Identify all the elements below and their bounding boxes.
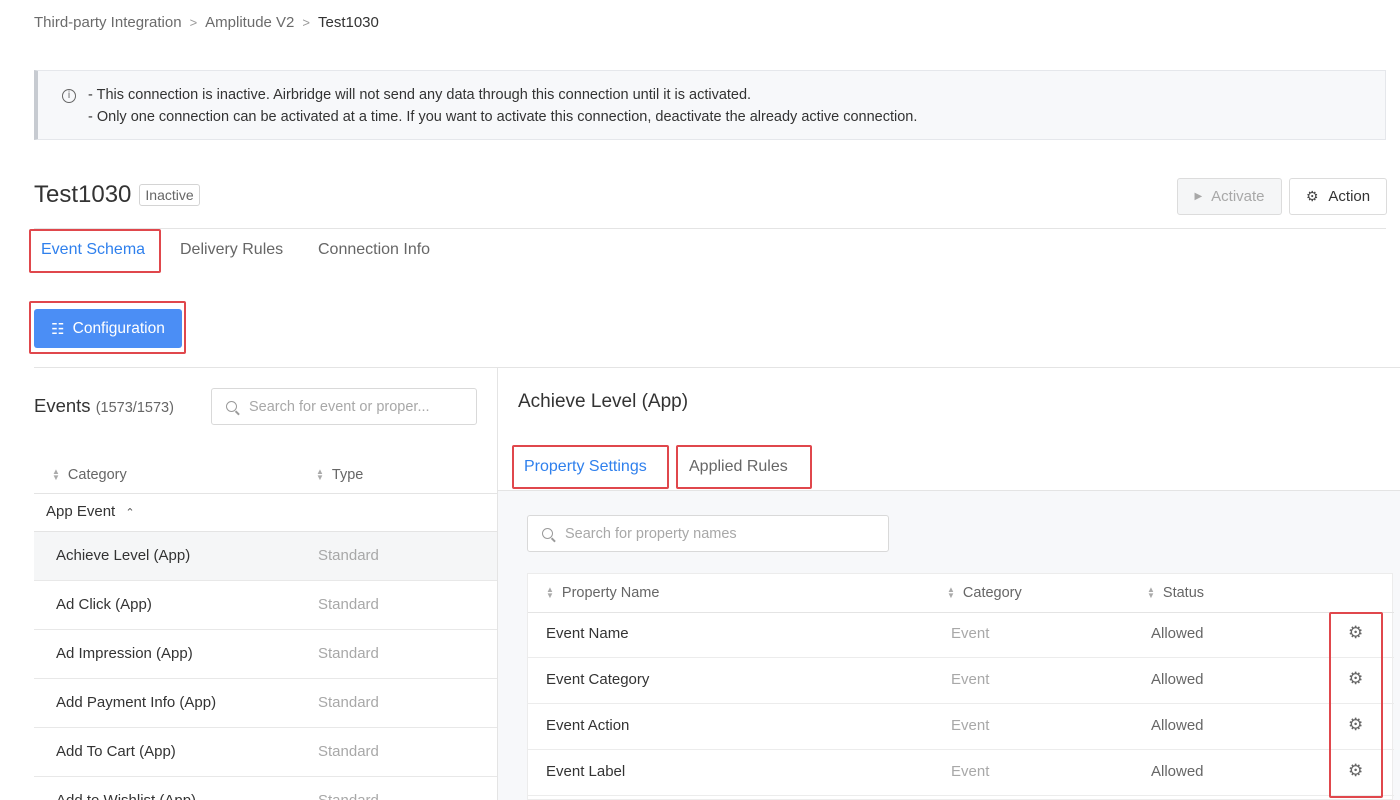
event-row[interactable]: Add Payment Info (App) Standard — [34, 679, 497, 728]
property-status: Allowed — [1151, 625, 1204, 642]
search-icon — [542, 528, 553, 539]
event-name: Ad Click (App) — [56, 596, 152, 613]
event-search-input[interactable]: Search for event or proper... — [211, 388, 477, 425]
property-name: Event Name — [546, 625, 629, 642]
events-title: Events — [34, 395, 91, 416]
property-category: Event — [951, 763, 990, 780]
sort-icon: ▲ ▼ — [947, 585, 955, 600]
column-header-category-label: Category — [962, 585, 1022, 601]
sort-icon: ▲ ▼ — [316, 467, 324, 482]
divider — [34, 367, 1400, 368]
chevron-up-icon: ⌃ — [125, 507, 135, 519]
event-search-placeholder: Search for event or proper... — [249, 398, 430, 415]
configuration-label: Configuration — [72, 319, 165, 337]
property-category: Event — [951, 625, 990, 642]
property-search-input[interactable]: Search for property names — [527, 515, 889, 552]
column-header-type-label: Type — [331, 467, 364, 483]
tab-event-schema[interactable]: Event Schema — [41, 241, 145, 259]
column-header-status[interactable]: ▲ ▼ Status — [1147, 585, 1204, 601]
event-type: Standard — [318, 645, 379, 662]
property-category: Event — [951, 671, 990, 688]
gear-icon[interactable]: ⚙ — [1348, 669, 1363, 689]
event-name: Achieve Level (App) — [56, 547, 191, 564]
event-row[interactable]: Add to Wishlist (App) Standard — [34, 777, 497, 800]
event-type: Standard — [318, 694, 379, 711]
page-header: Test1030 Inactive — [34, 181, 200, 209]
notice-line-1: - This connection is inactive. Airbridge… — [88, 87, 752, 103]
event-name: Ad Impression (App) — [56, 645, 193, 662]
event-detail-title: Achieve Level (App) — [518, 391, 689, 412]
event-type: Standard — [318, 743, 379, 760]
tab-property-settings[interactable]: Property Settings — [524, 458, 647, 476]
property-status: Allowed — [1151, 671, 1204, 688]
property-table: ▲ ▼ Property Name ▲ ▼ Category ▲ ▼ Status E… — [527, 573, 1394, 800]
column-header-property-name-label: Property Name — [561, 585, 660, 601]
column-header-category[interactable]: ▲ ▼ Category — [52, 467, 127, 483]
gear-icon[interactable]: ⚙ — [1348, 715, 1363, 735]
tab-connection-info[interactable]: Connection Info — [318, 241, 430, 259]
event-name: Add to Wishlist (App) — [56, 792, 196, 800]
configuration-button[interactable]: ☷ Configuration — [34, 309, 182, 348]
play-icon: ▶ — [1194, 191, 1203, 202]
column-header-type[interactable]: ▲ ▼ Type — [316, 467, 363, 483]
table-row: Event Name Event Allowed ⚙ — [528, 612, 1394, 658]
property-name: Event Label — [546, 763, 626, 780]
property-category: Event — [951, 717, 990, 734]
divider — [34, 228, 1386, 229]
column-header-property-name[interactable]: ▲ ▼ Property Name — [546, 585, 659, 601]
property-status: Allowed — [1151, 717, 1204, 734]
breadcrumb-separator: > — [189, 15, 198, 30]
tab-applied-rules[interactable]: Applied Rules — [689, 458, 788, 476]
column-header-status-label: Status — [1162, 585, 1205, 601]
table-row: Event Action Event Allowed ⚙ — [528, 704, 1394, 750]
event-row[interactable]: Ad Click (App) Standard — [34, 581, 497, 630]
action-button[interactable]: ⚙ Action — [1289, 178, 1387, 215]
info-icon: i — [62, 89, 76, 103]
group-app-event[interactable]: App Event ⌃ — [46, 503, 135, 520]
status-badge: Inactive — [139, 184, 200, 206]
column-header-category[interactable]: ▲ ▼ Category — [947, 585, 1022, 601]
events-heading: Events (1573/1573) — [34, 395, 174, 417]
gear-icon[interactable]: ⚙ — [1348, 623, 1363, 643]
event-type: Standard — [318, 792, 379, 800]
breadcrumb-current: Test1030 — [317, 14, 379, 31]
event-row[interactable]: Ad Impression (App) Standard — [34, 630, 497, 679]
sort-icon: ▲ ▼ — [52, 467, 60, 482]
events-count: (1573/1573) — [95, 400, 174, 416]
column-header-category-label: Category — [67, 467, 127, 483]
page-title: Test1030 — [34, 181, 132, 208]
search-icon — [226, 401, 237, 412]
event-type: Standard — [318, 596, 379, 613]
sort-icon: ▲ ▼ — [546, 585, 554, 600]
event-row[interactable]: Add To Cart (App) Standard — [34, 728, 497, 777]
event-row[interactable]: Achieve Level (App) Standard — [34, 532, 497, 581]
property-status: Allowed — [1151, 763, 1204, 780]
event-type: Standard — [318, 547, 379, 564]
property-search-placeholder: Search for property names — [565, 525, 737, 542]
gear-icon[interactable]: ⚙ — [1348, 761, 1363, 781]
breadcrumb: Third-party Integration > Amplitude V2 >… — [34, 14, 379, 31]
event-name: Add To Cart (App) — [56, 743, 176, 760]
table-row: Event Label Event Allowed ⚙ — [528, 750, 1394, 796]
event-name: Add Payment Info (App) — [56, 694, 217, 711]
breadcrumb-item-integration[interactable]: Third-party Integration — [34, 14, 182, 31]
sort-icon: ▲ ▼ — [1147, 585, 1155, 600]
breadcrumb-item-amplitude[interactable]: Amplitude V2 — [205, 14, 294, 31]
gear-icon: ⚙ — [1305, 188, 1319, 204]
breadcrumb-separator: > — [302, 15, 310, 30]
group-label: App Event — [46, 503, 116, 520]
notice-line-2: - Only one connection can be activated a… — [88, 109, 918, 125]
sliders-icon: ☷ — [51, 320, 65, 338]
activate-label: Activate — [1211, 188, 1265, 205]
property-name: Event Action — [546, 717, 630, 734]
activate-button[interactable]: ▶ Activate — [1177, 178, 1282, 215]
tab-delivery-rules[interactable]: Delivery Rules — [180, 241, 283, 259]
table-row: Event Category Event Allowed ⚙ — [528, 658, 1394, 704]
divider — [34, 493, 497, 494]
property-name: Event Category — [546, 671, 650, 688]
action-label: Action — [1328, 188, 1371, 205]
inactive-notice: i - This connection is inactive. Airbrid… — [34, 70, 1386, 140]
